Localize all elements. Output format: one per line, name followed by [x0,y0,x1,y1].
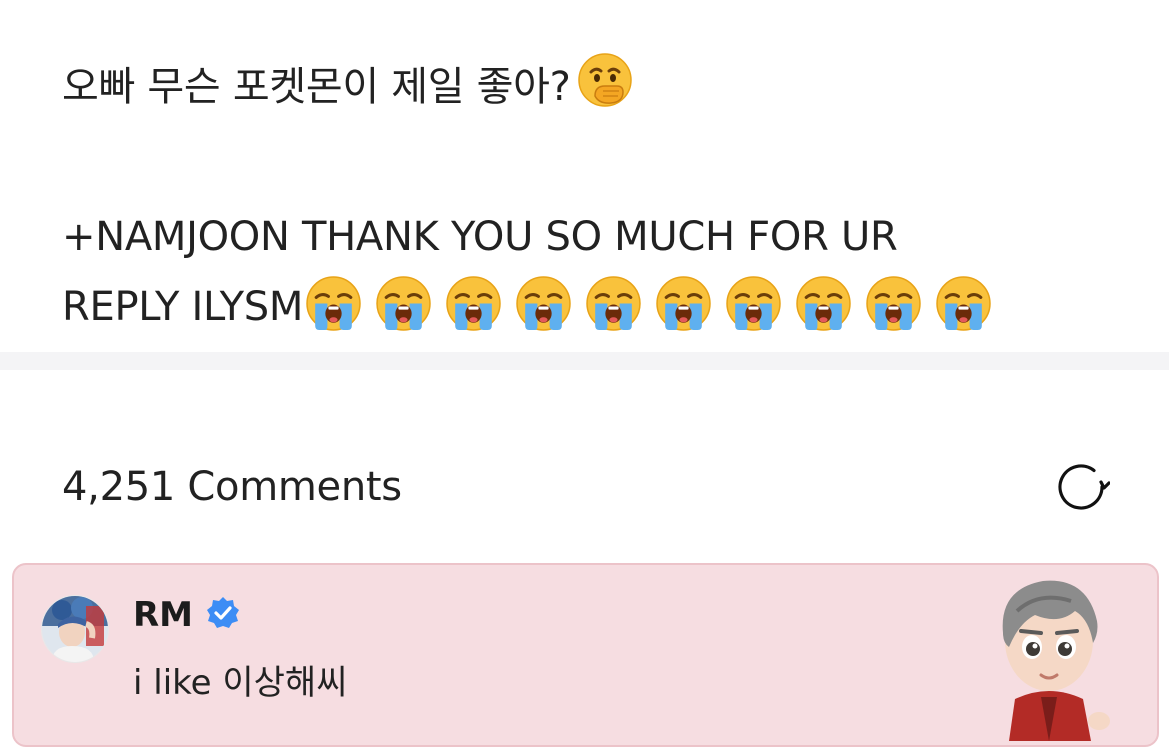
loudly-crying-face-icon [515,275,572,354]
character-sticker [979,571,1119,741]
comment-author-line: RM [133,595,241,635]
comment-author-name[interactable]: RM [133,595,193,635]
refresh-icon[interactable] [1052,458,1110,516]
loudly-crying-face-icon [935,275,992,354]
loudly-crying-face-icon [865,275,922,354]
post-line-1: 오빠 무슨 포켓몬이 제일 좋아? [62,52,1122,130]
post-line-2: +NAMJOON THANK YOU SO MUCH FOR UR [62,214,898,260]
loudly-crying-face-icon [305,275,362,354]
face-with-hand-over-mouth-icon [577,52,633,130]
verified-badge-icon [205,595,241,635]
refresh-button[interactable] [1050,456,1112,518]
loudly-crying-face-icon [445,275,502,354]
loudly-crying-face-icon [655,275,712,354]
comment-text: i like 이상해씨 [133,663,348,703]
loudly-crying-face-icon [725,275,782,354]
post-question-text: 오빠 무슨 포켓몬이 제일 좋아? [62,64,571,110]
crying-emoji-row [305,275,992,354]
loudly-crying-face-icon [585,275,642,354]
post-reply-text: REPLY ILYSM [62,284,304,330]
section-divider [0,352,1169,370]
post-body: 오빠 무슨 포켓몬이 제일 좋아? +NAMJOON THANK YOU SO … [62,52,1122,354]
comments-header: 4,251 Comments [62,455,1112,519]
comments-count: 4,251 Comments [62,464,402,510]
avatar[interactable] [41,595,109,663]
post-line-3: REPLY ILYSM [62,272,1122,354]
loudly-crying-face-icon [375,275,432,354]
loudly-crying-face-icon [795,275,852,354]
comment-card[interactable]: RM i like 이상해씨 [12,563,1159,747]
